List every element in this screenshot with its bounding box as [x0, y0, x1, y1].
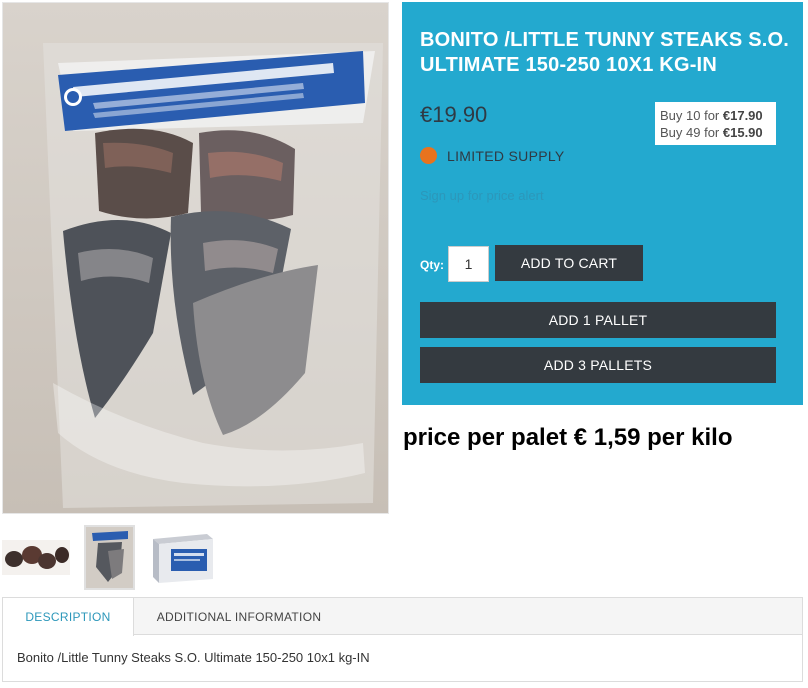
- add-3-pallets-button[interactable]: ADD 3 PALLETS: [420, 347, 776, 383]
- product-info-panel: BONITO /LITTLE TUNNY STEAKS S.O. ULTIMAT…: [402, 2, 803, 405]
- product-title: BONITO /LITTLE TUNNY STEAKS S.O. ULTIMAT…: [420, 29, 790, 76]
- pallet-price-note: price per palet € 1,59 per kilo: [403, 424, 733, 451]
- tab-bar: DESCRIPTION ADDITIONAL INFORMATION: [3, 598, 802, 636]
- tier-pricing-box: Buy 10 for €17.90 Buy 49 for €15.90: [655, 102, 776, 145]
- tier-price-row: Buy 49 for €15.90: [660, 124, 770, 141]
- product-tabs: DESCRIPTION ADDITIONAL INFORMATION Bonit…: [2, 597, 803, 682]
- tab-description[interactable]: DESCRIPTION: [3, 598, 134, 636]
- add-1-pallet-button[interactable]: ADD 1 PALLET: [420, 302, 776, 338]
- tier-price-label: Buy 49 for: [660, 125, 723, 140]
- tier-price-value: €17.90: [722, 108, 763, 123]
- thumbnail-product-box[interactable]: [149, 525, 217, 590]
- tab-additional-information[interactable]: ADDITIONAL INFORMATION: [134, 598, 344, 635]
- quantity-input[interactable]: [448, 246, 489, 282]
- description-text: Bonito /Little Tunny Steaks S.O. Ultimat…: [17, 650, 370, 665]
- tier-price-row: Buy 10 for €17.90: [660, 107, 770, 124]
- qty-label: Qty:: [420, 258, 444, 272]
- tier-price-label: Buy 10 for: [660, 108, 723, 123]
- main-product-image[interactable]: [2, 2, 389, 514]
- add-to-cart-button[interactable]: ADD TO CART: [495, 245, 643, 281]
- thumbnail-bagged-steaks[interactable]: [84, 525, 135, 590]
- price-alert-link[interactable]: Sign up for price alert: [420, 188, 544, 203]
- stock-indicator-icon: [420, 147, 437, 164]
- stock-status-label: LIMITED SUPPLY: [447, 147, 565, 164]
- stock-status: LIMITED SUPPLY: [420, 147, 565, 164]
- tier-price-value: €15.90: [722, 125, 763, 140]
- thumbnail-loose-steaks[interactable]: [2, 525, 70, 590]
- product-price: €19.90: [420, 102, 488, 127]
